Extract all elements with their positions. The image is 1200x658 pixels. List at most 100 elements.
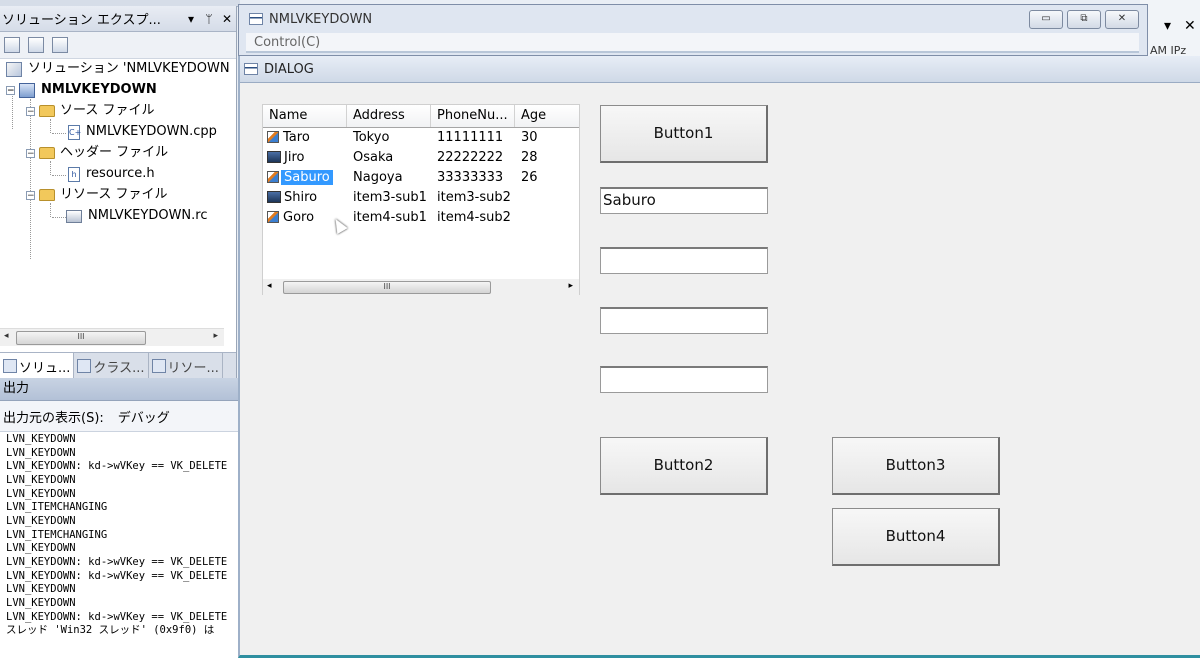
tab-class[interactable]: クラス... [74,353,149,379]
tree-resource-files-node[interactable]: − リソース ファイル [26,185,167,205]
scroll-left-icon[interactable]: ◂ [267,281,272,291]
item-label: Goro [283,209,315,225]
computer-icon [267,151,281,163]
resource-tab-icon [151,359,166,373]
list-cell-age: 30 [521,129,538,145]
horizontal-scrollbar[interactable]: ◂ III ▸ [0,328,224,346]
button2[interactable]: Button2 [600,437,768,495]
output-log-line: LVN_ITEMCHANGING [6,501,108,514]
tree-label: ソリューション 'NMLVKEYDOWN [28,61,230,76]
selected-item-label: Saburo [281,169,333,185]
output-log-line: LVN_ITEMCHANGING [6,528,108,541]
window-icon [244,63,258,75]
dialog-title: DIALOG [264,61,314,77]
tab-solution[interactable]: ソリュ... [0,353,75,379]
column-header-age[interactable]: Age [515,105,579,127]
list-view-header: Name Address PhoneNu... Age [263,105,579,128]
collapse-icon[interactable]: − [26,148,35,158]
window-controls: ▭ ⧉ ✕ [1029,10,1139,29]
tab-label: リソー... [167,360,219,376]
explorer-tab-strip: ソリュ... クラス... リソー... [0,352,236,379]
panel-dropdown-button[interactable]: ▾ [182,12,200,26]
output-source-select[interactable]: デバッグ [118,407,170,426]
output-log-line: LVN_KEYDOWN [6,433,76,445]
column-header-name[interactable]: Name [263,105,347,127]
tab-resource[interactable]: リソー... [149,353,223,379]
list-cell-phone: 33333333 [437,169,504,185]
scrollbar-thumb[interactable]: III [283,281,491,294]
button1[interactable]: Button1 [600,105,768,163]
output-log-line: LVN_KEYDOWN: kd->wVKey == VK_DELETE [6,460,228,473]
list-cell-phone: item4-sub2 [437,209,511,225]
solution-tab-icon [3,359,17,373]
dialog-window: DIALOG Name Address PhoneNu... Age Taro T… [238,56,1200,658]
menu-bar: Control(C) [246,33,1139,53]
list-cell-address: item4-sub1 [353,209,427,225]
ide-right-panel-edge: ▾ ✕ AM IPz [1140,0,1200,58]
edit-icon [267,211,279,223]
output-log-line: LVN_KEYDOWN [6,583,76,596]
refresh-icon[interactable] [52,37,68,53]
tree-source-files-node[interactable]: − ソース ファイル [26,101,154,121]
list-item[interactable]: Goro item4-sub1 item4-sub2 [263,207,575,227]
scroll-left-icon[interactable]: ◂ [4,331,9,341]
panel-close-button[interactable]: ✕ [218,12,236,26]
close-button[interactable]: ✕ [1105,10,1139,29]
close-icon[interactable]: ✕ [1184,18,1196,34]
list-cell-address: Tokyo [353,129,390,145]
column-header-phone[interactable]: PhoneNu... [431,105,515,127]
tab-label: クラス... [93,360,145,376]
dialog-titlebar: DIALOG [240,56,1200,83]
output-panel: 出力 出力元の表示(S): デバッグ LVN_KEYDOWN LVN_KEYDOW… [0,378,238,658]
list-cell-name: Shiro [263,190,347,205]
folder-icon [39,105,55,117]
button4[interactable]: Button4 [832,508,1000,566]
edit-field-1[interactable]: Saburo [600,187,768,214]
tree-label: NMLVKEYDOWN [41,82,157,97]
properties-icon[interactable] [4,37,20,53]
collapse-icon[interactable]: − [26,106,35,116]
tree-label: リソース ファイル [60,187,168,202]
item-label: Taro [283,129,310,145]
button3[interactable]: Button3 [832,437,1000,495]
minimize-button[interactable]: ▭ [1029,10,1063,29]
list-item[interactable]: Taro Tokyo 11111111 30 [263,127,575,147]
tree-cpp-file-node[interactable]: C+ NMLVKEYDOWN.cpp [68,122,217,142]
output-log-line: LVN_KEYDOWN [6,596,76,609]
edit-field-4[interactable] [600,366,768,393]
solution-icon [6,61,22,77]
output-log-line: LVN_KEYDOWN: kd->wVKey == VK_DELETE [6,555,228,568]
tree-label: NMLVKEYDOWN.cpp [86,124,217,139]
list-item[interactable]: Shiro item3-sub1 item3-sub2 [263,187,575,207]
output-source-row: 出力元の表示(S): デバッグ [0,401,238,432]
list-horizontal-scrollbar[interactable]: ◂ III ▸ [263,279,579,295]
collapse-icon[interactable]: − [6,85,15,95]
chevron-down-icon[interactable]: ▾ [1164,18,1171,34]
folder-icon [39,147,55,159]
pin-icon[interactable]: ᛘ [200,12,218,26]
collapse-icon[interactable]: − [26,190,35,200]
tree-rc-file-node[interactable]: NMLVKEYDOWN.rc [66,206,208,226]
list-cell-name: Taro [263,130,347,145]
scroll-right-icon[interactable]: ▸ [213,331,218,341]
list-item[interactable]: Saburo Nagoya 33333333 26 [263,167,575,187]
edit-field-2[interactable] [600,247,768,274]
tree-solution-node[interactable]: ソリューション 'NMLVKEYDOWN [6,59,230,79]
scrollbar-thumb[interactable]: III [16,331,146,345]
menu-item-control[interactable]: Control(C) [254,35,320,50]
scroll-right-icon[interactable]: ▸ [568,281,573,291]
edit-field-3[interactable] [600,307,768,334]
column-header-address[interactable]: Address [347,105,431,127]
tree-label: ソース ファイル [60,103,155,118]
tree-header-file-node[interactable]: h resource.h [68,164,155,184]
tree-label: NMLVKEYDOWN.rc [88,208,208,223]
output-log[interactable]: LVN_KEYDOWN LVN_KEYDOWN LVN_KEYDOWN: kd->w… [0,433,244,638]
list-view[interactable]: Name Address PhoneNu... Age Taro Tokyo 111… [262,104,580,295]
tree-header-files-node[interactable]: − ヘッダー ファイル [26,143,168,163]
show-all-files-icon[interactable] [28,37,44,53]
list-item[interactable]: Jiro Osaka 22222222 28 [263,147,575,167]
maximize-button[interactable]: ⧉ [1067,10,1101,29]
tree-project-node[interactable]: − NMLVKEYDOWN [6,80,157,100]
output-log-line: スレッド 'Win32 スレッド' (0x9f0) は [6,624,215,637]
list-cell-name: Jiro [263,150,347,165]
